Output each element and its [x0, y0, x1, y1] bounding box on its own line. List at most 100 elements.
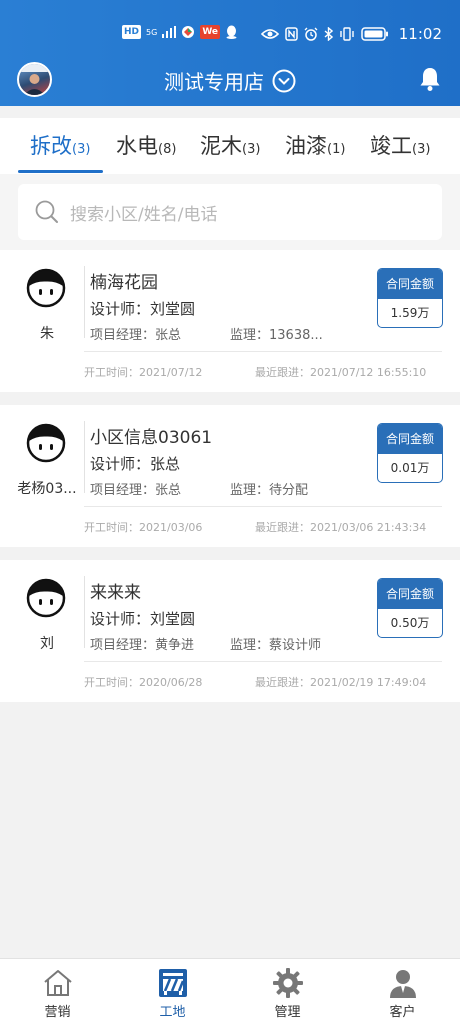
network-type: 5G: [146, 27, 158, 37]
project-card[interactable]: 朱 楠海花园 设计师：刘堂圆 项目经理：张总 监理：13638... 合同金额 …: [0, 250, 460, 392]
divider: [84, 576, 85, 648]
last-follow-up: 最近跟进：2021/07/12 16:55:10: [255, 366, 427, 379]
notification-button[interactable]: [418, 66, 442, 96]
customer-name: 朱: [40, 326, 54, 342]
tab-completed[interactable]: 竣工(3): [370, 130, 430, 160]
tab-label: 水电: [116, 134, 158, 158]
project-name: 楠海花园: [90, 273, 158, 293]
project-card[interactable]: 老杨03... 小区信息03061 设计师：张总 项目经理：张总 监理：待分配 …: [0, 405, 460, 547]
designer: 设计师：刘堂圆: [90, 610, 196, 628]
project-manager: 项目经理：张总: [90, 328, 182, 343]
app-notification-icon: [182, 26, 195, 38]
divider: [84, 506, 442, 507]
divider: [84, 661, 442, 662]
vibrate-icon: [340, 27, 354, 41]
project-name: 小区信息03061: [90, 428, 213, 448]
designer: 设计师：刘堂圆: [90, 300, 196, 318]
battery-icon: [361, 27, 388, 41]
search-area: 搜索小区/姓名/电话: [0, 174, 460, 250]
tab-painting[interactable]: 油漆(1): [285, 130, 345, 160]
construction-site-icon: [159, 969, 187, 997]
clock: 11:02: [398, 25, 442, 43]
tab-count: (3): [242, 142, 261, 157]
contract-amount-badge[interactable]: 合同金额 0.50万: [377, 578, 443, 638]
contract-amount-value: 1.59万: [390, 306, 430, 320]
stage-tabs: 拆改(3) 水电(8) 泥木(3) 油漆(1) 竣工(3): [0, 118, 460, 174]
tab-plumbing-electrical[interactable]: 水电(8): [116, 130, 176, 160]
alarm-icon: [304, 27, 318, 41]
tab-label: 油漆: [285, 134, 327, 158]
search-input[interactable]: 搜索小区/姓名/电话: [18, 184, 442, 240]
project-manager: 项目经理：张总: [90, 483, 182, 498]
store-selector[interactable]: 测试专用店: [0, 66, 460, 95]
tab-count: (3): [72, 142, 91, 157]
customer-col: 朱: [0, 250, 84, 350]
start-date: 开工时间：2021/07/12: [84, 366, 203, 379]
we-app-badge: We: [200, 25, 221, 39]
contract-amount-label: 合同金额: [378, 424, 442, 454]
active-tab-indicator: [18, 170, 103, 173]
contract-amount-label: 合同金额: [378, 269, 442, 299]
contract-amount-badge[interactable]: 合同金额 1.59万: [377, 268, 443, 328]
divider: [84, 266, 85, 338]
status-right: 11:02: [260, 25, 442, 43]
customer-col: 老杨03...: [0, 405, 84, 505]
qq-icon: [226, 25, 237, 39]
contract-amount-value: 0.01万: [390, 461, 430, 475]
tab-label: 泥木: [200, 134, 242, 158]
nav-marketing[interactable]: 营销: [0, 959, 115, 1024]
customer-name: 老杨03...: [17, 481, 77, 497]
nav-label: 营销: [44, 1005, 71, 1020]
nfc-icon: [285, 27, 298, 41]
search-placeholder: 搜索小区/姓名/电话: [70, 204, 218, 225]
tab-count: (3): [412, 142, 431, 157]
bell-icon: [420, 68, 440, 91]
project-manager: 项目经理：黄争进: [90, 638, 195, 653]
customer-avatar-icon: [26, 423, 66, 463]
nav-label: 管理: [274, 1005, 301, 1020]
supervisor: 监理：待分配: [230, 483, 309, 498]
customer-avatar-icon: [26, 578, 66, 618]
last-follow-up: 最近跟进：2021/03/06 21:43:34: [255, 521, 427, 534]
chevron-down-circle-icon: [272, 69, 296, 92]
tab-label: 竣工: [370, 134, 412, 158]
contract-amount-label: 合同金额: [378, 579, 442, 609]
start-date: 开工时间：2021/03/06: [84, 521, 203, 534]
last-follow-up: 最近跟进：2021/02/19 17:49:04: [255, 676, 427, 689]
signal-icon: [162, 26, 177, 38]
hd-badge: HD: [122, 25, 142, 39]
customer-name: 刘: [40, 636, 54, 652]
tab-count: (1): [327, 142, 346, 157]
tab-count: (8): [158, 142, 177, 157]
house-icon: [44, 970, 72, 996]
tab-demolition[interactable]: 拆改(3): [30, 130, 90, 160]
divider: [84, 421, 85, 493]
project-card[interactable]: 刘 来来来 设计师：刘堂圆 项目经理：黄争进 监理：蔡设计师 合同金额 0.50…: [0, 560, 460, 702]
status-bar: HD 5G We 11:02: [0, 0, 460, 43]
nav-label: 客户: [389, 1005, 416, 1020]
status-left: HD 5G We: [122, 25, 238, 39]
app-header: HD 5G We 11:02 测试专用店: [0, 0, 460, 106]
customer-icon: [390, 970, 416, 998]
store-name: 测试专用店: [164, 70, 264, 94]
divider: [84, 351, 442, 352]
search-icon: [35, 200, 58, 223]
gear-icon: [273, 968, 303, 998]
bluetooth-icon: [324, 27, 333, 41]
contract-amount-value: 0.50万: [390, 616, 430, 630]
bottom-nav: 营销 工地 管理 客户: [0, 958, 460, 1024]
eye-icon: [260, 29, 279, 39]
nav-construction-site[interactable]: 工地: [115, 959, 230, 1024]
start-date: 开工时间：2020/06/28: [84, 676, 203, 689]
designer: 设计师：张总: [90, 455, 181, 473]
customer-col: 刘: [0, 560, 84, 660]
supervisor: 监理：蔡设计师: [230, 638, 322, 653]
tab-masonry-carpentry[interactable]: 泥木(3): [200, 130, 260, 160]
project-name: 来来来: [90, 583, 141, 603]
contract-amount-badge[interactable]: 合同金额 0.01万: [377, 423, 443, 483]
customer-avatar-icon: [26, 268, 66, 308]
nav-label: 工地: [159, 1005, 186, 1020]
nav-customers[interactable]: 客户: [345, 959, 460, 1024]
tab-label: 拆改: [30, 134, 72, 158]
nav-management[interactable]: 管理: [230, 959, 345, 1024]
